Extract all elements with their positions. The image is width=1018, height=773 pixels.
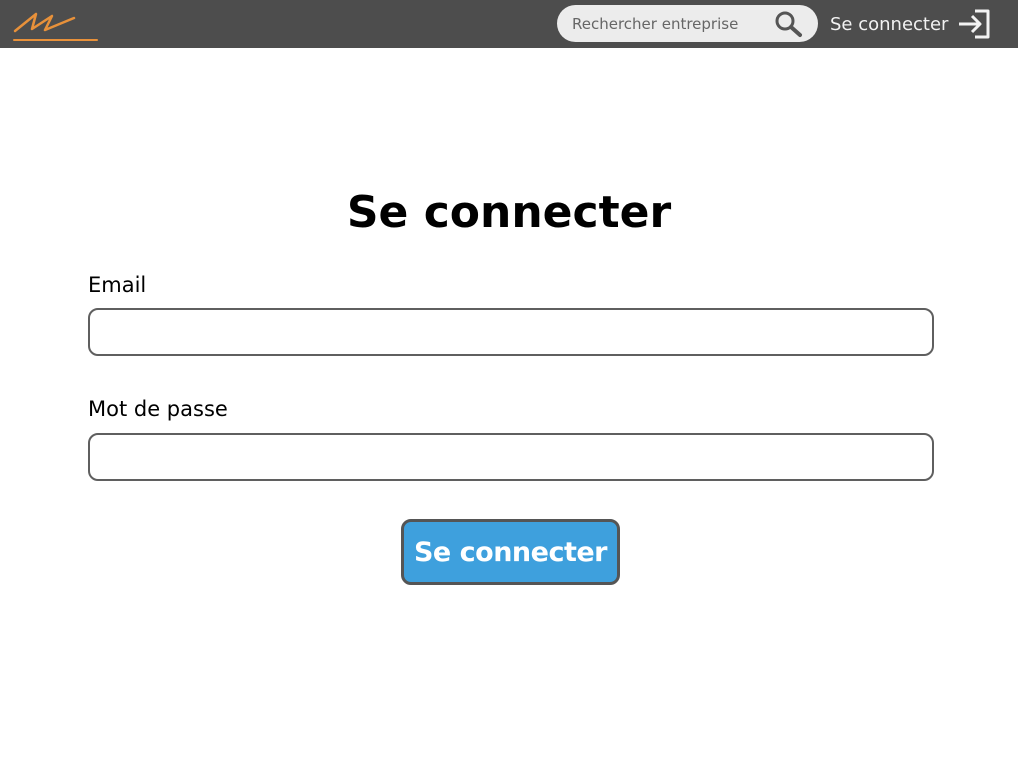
password-label: Mot de passe — [88, 397, 228, 421]
email-field[interactable] — [88, 308, 934, 356]
page-title: Se connecter — [346, 187, 672, 238]
email-label: Email — [88, 273, 147, 297]
login-arrow-icon — [959, 9, 990, 39]
search-box — [557, 5, 818, 42]
top-bar: Se connecter — [0, 0, 1018, 48]
login-submit-button[interactable]: Se connecter — [401, 519, 620, 585]
password-field[interactable] — [88, 433, 934, 481]
brand-logo-icon[interactable] — [12, 5, 100, 45]
search-icon[interactable] — [774, 10, 804, 38]
search-input[interactable] — [572, 14, 772, 33]
header-login-label: Se connecter — [830, 13, 949, 35]
header-login-link[interactable]: Se connecter — [830, 6, 993, 42]
